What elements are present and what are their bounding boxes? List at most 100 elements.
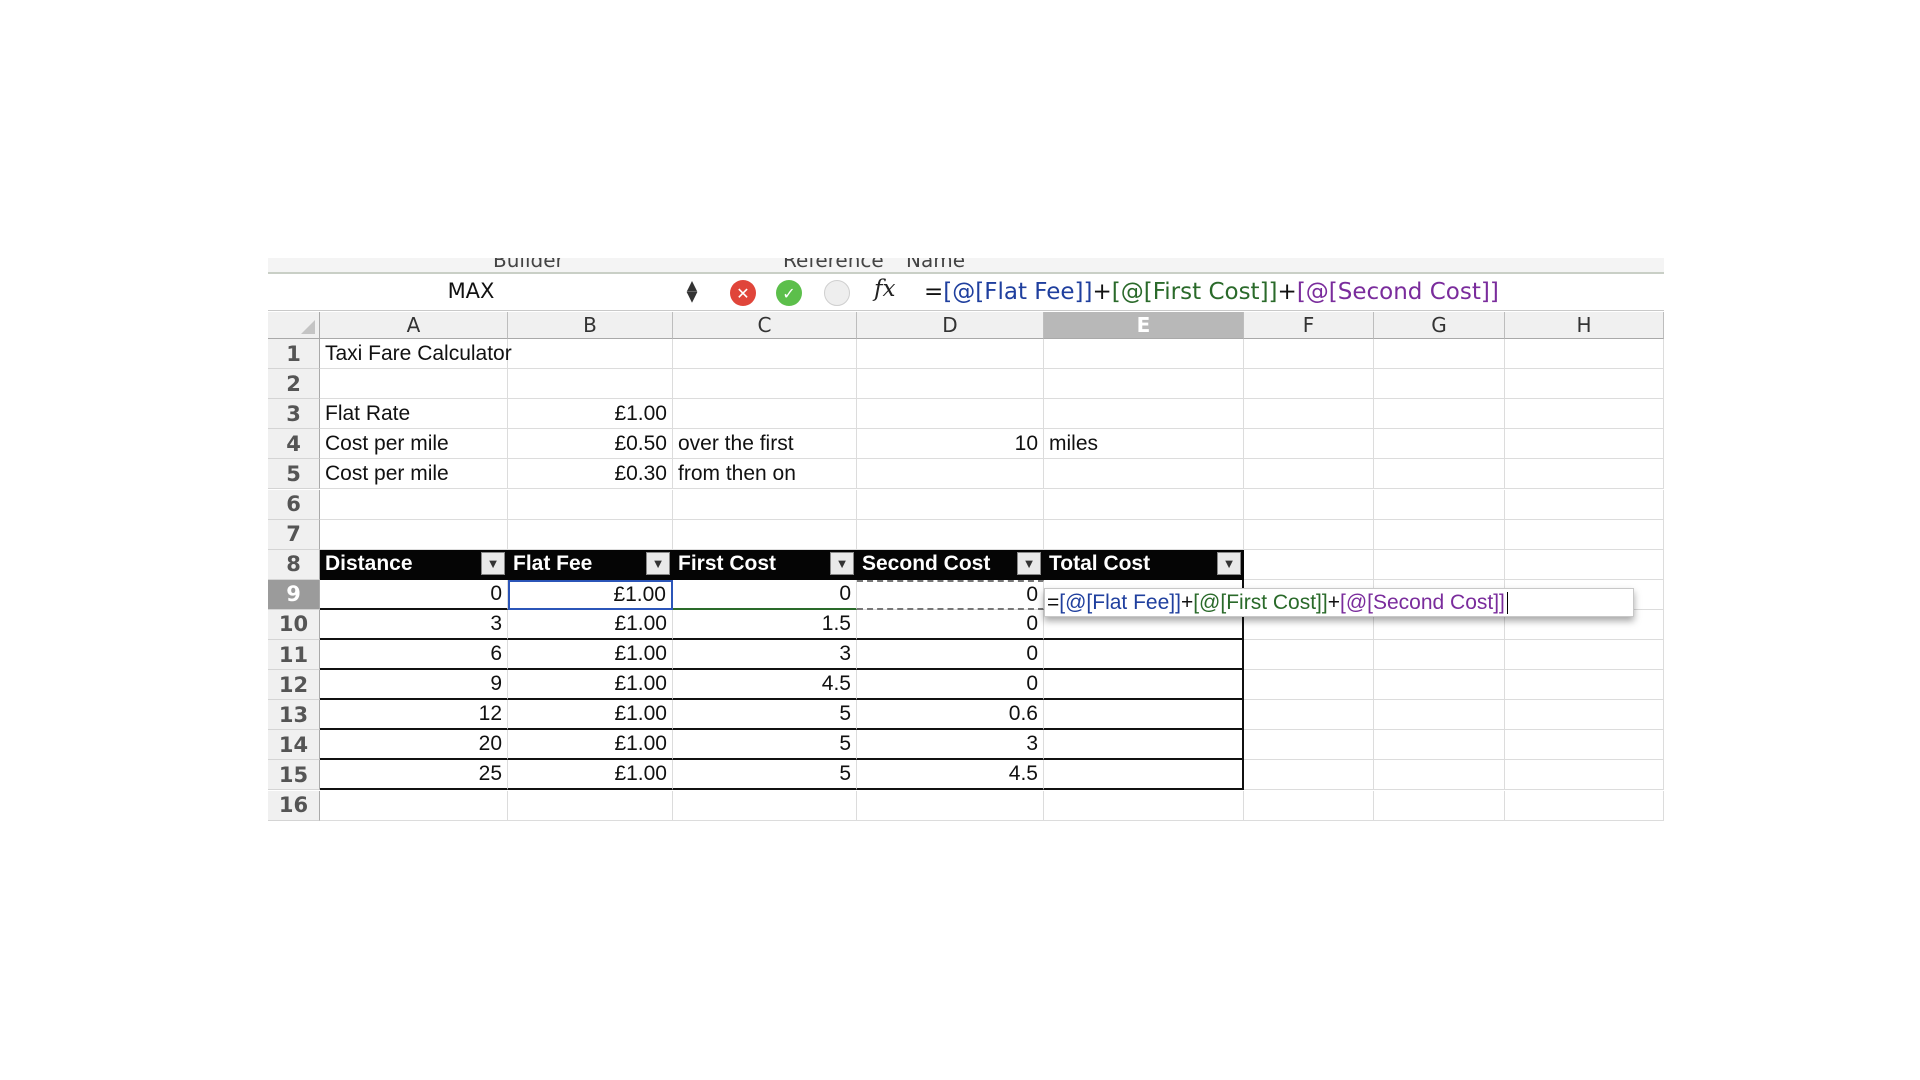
cell-f8[interactable] [1244, 549, 1374, 580]
column-header-h[interactable]: H [1505, 312, 1664, 339]
cell-g11[interactable] [1374, 640, 1505, 671]
cell-d4[interactable]: 10 [857, 429, 1044, 460]
cell-g2[interactable] [1374, 369, 1505, 400]
cell-c1[interactable] [673, 339, 857, 370]
table-cell-flat-fee[interactable]: £1.00 [508, 730, 673, 761]
cell-g1[interactable] [1374, 339, 1505, 370]
cell-g5[interactable] [1374, 459, 1505, 490]
table-cell-total-cost[interactable] [1044, 640, 1244, 671]
table-cell-first-cost[interactable]: 4.5 [673, 670, 857, 701]
row-header-9[interactable]: 9 [268, 579, 320, 610]
table-cell-total-cost[interactable] [1044, 730, 1244, 761]
table-cell-distance[interactable]: 20 [320, 730, 508, 761]
filter-dropdown-icon[interactable]: ▼ [830, 551, 854, 575]
table-cell-flat-fee[interactable]: £1.00 [508, 760, 673, 791]
column-header-d[interactable]: D [857, 312, 1044, 339]
cell-e6[interactable] [1044, 489, 1244, 520]
cell-h5[interactable] [1505, 459, 1664, 490]
cell-a6[interactable] [320, 489, 508, 520]
name-box[interactable]: MAX [268, 276, 674, 306]
cell-g4[interactable] [1374, 429, 1505, 460]
cell-f1[interactable] [1244, 339, 1374, 370]
cell-g8[interactable] [1374, 549, 1505, 580]
cell-h13[interactable] [1505, 700, 1664, 731]
table-cell-total-cost[interactable] [1044, 670, 1244, 701]
cell-c16[interactable] [673, 790, 857, 821]
table-cell-flat-fee[interactable]: £1.00 [508, 609, 673, 640]
cell-a5[interactable]: Cost per mile [320, 459, 508, 490]
filter-dropdown-icon[interactable]: ▼ [646, 551, 670, 575]
table-cell-first-cost[interactable]: 3 [673, 640, 857, 671]
filter-dropdown-icon[interactable]: ▼ [1217, 551, 1241, 575]
table-cell-distance[interactable]: 6 [320, 640, 508, 671]
row-header-16[interactable]: 16 [268, 790, 320, 821]
row-header-4[interactable]: 4 [268, 429, 320, 460]
filter-dropdown-icon[interactable]: ▼ [1017, 551, 1041, 575]
table-cell-total-cost[interactable] [1044, 700, 1244, 731]
table-cell-first-cost[interactable]: 5 [673, 730, 857, 761]
filter-dropdown-icon[interactable]: ▼ [481, 551, 505, 575]
table-cell-second-cost[interactable]: 0 [857, 579, 1044, 610]
function-circle-icon[interactable] [824, 280, 850, 306]
table-cell-second-cost[interactable]: 0 [857, 670, 1044, 701]
cell-f12[interactable] [1244, 670, 1374, 701]
cell-f11[interactable] [1244, 640, 1374, 671]
cell-a1[interactable]: Taxi Fare Calculator [320, 339, 512, 370]
cell-h6[interactable] [1505, 489, 1664, 520]
name-box-spinner-icon[interactable]: ▲ ▼ [680, 278, 704, 306]
cell-d5[interactable] [857, 459, 1044, 490]
table-cell-first-cost[interactable]: 5 [673, 700, 857, 731]
cell-f3[interactable] [1244, 399, 1374, 430]
table-cell-flat-fee[interactable]: £1.00 [508, 670, 673, 701]
cell-b2[interactable] [508, 369, 673, 400]
cell-e4[interactable]: miles [1044, 429, 1244, 460]
row-header-5[interactable]: 5 [268, 459, 320, 490]
cell-c7[interactable] [673, 519, 857, 550]
cell-b4[interactable]: £0.50 [508, 429, 673, 460]
column-header-a[interactable]: A [320, 312, 508, 339]
table-cell-distance[interactable]: 3 [320, 609, 508, 640]
cell-h2[interactable] [1505, 369, 1664, 400]
cell-g15[interactable] [1374, 760, 1505, 791]
row-header-15[interactable]: 15 [268, 760, 320, 791]
formula-input[interactable]: = [@[Flat Fee]] + [@[First Cost]] + [@[S… [924, 276, 1499, 308]
cell-g3[interactable] [1374, 399, 1505, 430]
table-cell-first-cost[interactable]: 5 [673, 760, 857, 791]
row-header-10[interactable]: 10 [268, 609, 320, 640]
row-header-6[interactable]: 6 [268, 489, 320, 520]
cell-h16[interactable] [1505, 790, 1664, 821]
cell-c6[interactable] [673, 489, 857, 520]
row-header-13[interactable]: 13 [268, 700, 320, 731]
cell-e16[interactable] [1044, 790, 1244, 821]
cell-d3[interactable] [857, 399, 1044, 430]
column-header-g[interactable]: G [1374, 312, 1505, 339]
cell-b3[interactable]: £1.00 [508, 399, 673, 430]
cell-c5[interactable]: from then on [673, 459, 857, 490]
cell-e1[interactable] [1044, 339, 1244, 370]
cell-f13[interactable] [1244, 700, 1374, 731]
cell-f2[interactable] [1244, 369, 1374, 400]
cell-a3[interactable]: Flat Rate [320, 399, 508, 430]
cell-g14[interactable] [1374, 730, 1505, 761]
cell-d16[interactable] [857, 790, 1044, 821]
cell-e2[interactable] [1044, 369, 1244, 400]
cell-g12[interactable] [1374, 670, 1505, 701]
table-header-second-cost[interactable]: Second Cost ▼ [857, 549, 1044, 580]
enter-formula-button[interactable]: ✓ [776, 280, 802, 306]
cell-d7[interactable] [857, 519, 1044, 550]
column-header-f[interactable]: F [1244, 312, 1374, 339]
cell-f5[interactable] [1244, 459, 1374, 490]
cell-b16[interactable] [508, 790, 673, 821]
table-cell-distance[interactable]: 9 [320, 670, 508, 701]
cell-d1[interactable] [857, 339, 1044, 370]
cancel-formula-button[interactable]: ✕ [730, 280, 756, 306]
cell-f16[interactable] [1244, 790, 1374, 821]
cell-c4[interactable]: over the first [673, 429, 857, 460]
cell-h11[interactable] [1505, 640, 1664, 671]
cell-g7[interactable] [1374, 519, 1505, 550]
cell-e7[interactable] [1044, 519, 1244, 550]
cell-edit-popup[interactable]: = [@[Flat Fee]] + [@[First Cost]] + [@[Second… [1044, 588, 1634, 617]
row-header-8[interactable]: 8 [268, 549, 320, 580]
cell-f6[interactable] [1244, 489, 1374, 520]
table-cell-second-cost[interactable]: 3 [857, 730, 1044, 761]
